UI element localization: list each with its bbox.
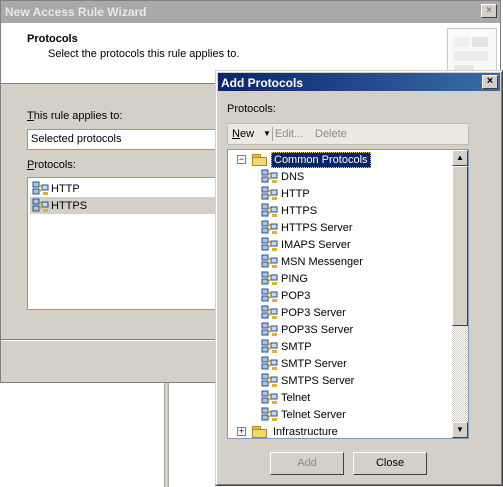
selected-protocols-list[interactable]: HTTP HTTPS [27,177,227,310]
scroll-up-icon[interactable]: ▲ [452,150,468,166]
applies-to-label: This rule applies to: [27,110,123,122]
protocol-icon [261,322,279,338]
tree-item[interactable]: Telnet [261,390,451,407]
protocol-name: SMTPS Server [281,375,355,387]
protocol-icon [261,390,279,406]
tree-item[interactable]: POP3S Server [261,322,451,339]
protocol-name: HTTPS [281,205,318,217]
protocol-icon [261,186,279,202]
edit-button[interactable]: Edit... [275,128,303,140]
applies-to-value: Selected protocols [31,133,122,145]
folder-label: Common Protocols [271,152,371,168]
add-protocols-dialog: Add Protocols × Protocols: New ▼ Edit...… [215,70,503,486]
expand-icon[interactable]: + [237,427,246,436]
list-item[interactable]: HTTPS [30,197,226,214]
protocol-name: POP3 Server [281,307,346,319]
folder-label: Infrastructure [273,426,338,438]
protocol-name: POP3S Server [281,324,354,336]
protocol-name: HTTP [281,188,310,200]
tree-item[interactable]: POP3 Server [261,305,451,322]
add-button[interactable]: Add [270,452,344,475]
protocol-icon [261,271,279,287]
tree-item[interactable]: SMTP [261,339,451,356]
protocol-name: HTTPS Server [281,222,353,234]
protocol-icon [32,181,50,197]
wizard-title-bar: New Access Rule Wizard × [1,1,500,23]
protocol-name: SMTP Server [281,358,347,370]
folder-open-icon [252,154,268,166]
protocols-toolbar: New ▼ Edit... Delete [227,123,469,145]
applies-to-select[interactable]: Selected protocols [27,129,227,150]
tree-item[interactable]: HTTPS Server [261,220,451,237]
protocol-icon [261,407,279,423]
wizard-subheading: Select the protocols this rule applies t… [48,48,240,60]
wizard-heading: Protocols [27,33,78,45]
dialog-title-bar: Add Protocols × [218,73,500,91]
protocol-name: DNS [281,171,305,183]
wizard-title: New Access Rule Wizard [5,5,147,19]
protocol-name: MSN Messenger [281,256,363,268]
tree-item[interactable]: IMAPS Server [261,237,451,254]
tree-folder-infrastructure[interactable]: + Infrastructure [228,424,458,438]
dialog-title: Add Protocols [221,76,304,90]
protocol-icon [261,254,279,270]
tree-item[interactable]: SMTPS Server [261,373,451,390]
protocol-name: HTTP [51,183,80,195]
protocol-icon [261,169,279,185]
close-icon[interactable]: × [482,75,498,89]
protocol-icon [261,237,279,253]
background-divider [164,383,169,487]
protocol-name: PING [281,273,308,285]
list-item[interactable]: HTTP [30,180,226,197]
protocol-name: Telnet Server [281,409,346,421]
protocol-icon [32,198,50,214]
scroll-thumb[interactable] [452,166,468,326]
protocol-icon [261,203,279,219]
delete-button[interactable]: Delete [315,128,347,140]
folder-icon [252,426,268,438]
protocol-icon [261,288,279,304]
tree-item[interactable]: PING [261,271,451,288]
protocol-name: SMTP [281,341,312,353]
protocols-tree[interactable]: − Common Protocols DNS HTTP HTTPS HTTPS Ser… [227,149,469,439]
protocol-icon [261,356,279,372]
tree-item[interactable]: MSN Messenger [261,254,451,271]
protocol-icon [261,373,279,389]
tree-folder-common-protocols[interactable]: − Common Protocols [228,152,458,169]
wizard-close-icon[interactable]: × [481,4,497,18]
protocols-label: Protocols: [27,159,76,171]
close-button[interactable]: Close [353,452,427,475]
protocol-icon [261,339,279,355]
tree-item[interactable]: SMTP Server [261,356,451,373]
tree-scrollbar[interactable]: ▲ ▼ [452,150,468,438]
tree-item[interactable]: Telnet Server [261,407,451,424]
scroll-down-icon[interactable]: ▼ [452,422,468,438]
tree-item[interactable]: HTTPS [261,203,451,220]
new-dropdown-arrow-icon[interactable]: ▼ [263,129,271,138]
protocol-icon [261,220,279,236]
new-button[interactable]: New [232,128,254,140]
tree-item[interactable]: HTTP [261,186,451,203]
tree-item[interactable]: POP3 [261,288,451,305]
protocol-name: IMAPS Server [281,239,351,251]
protocol-name: Telnet [281,392,311,404]
protocol-name: HTTPS [51,200,88,212]
dialog-protocols-label: Protocols: [227,103,276,115]
tree-item[interactable]: DNS [261,169,451,186]
protocol-name: POP3 [281,290,311,302]
toolbar-separator [272,127,273,141]
protocol-icon [261,305,279,321]
collapse-icon[interactable]: − [237,155,246,164]
